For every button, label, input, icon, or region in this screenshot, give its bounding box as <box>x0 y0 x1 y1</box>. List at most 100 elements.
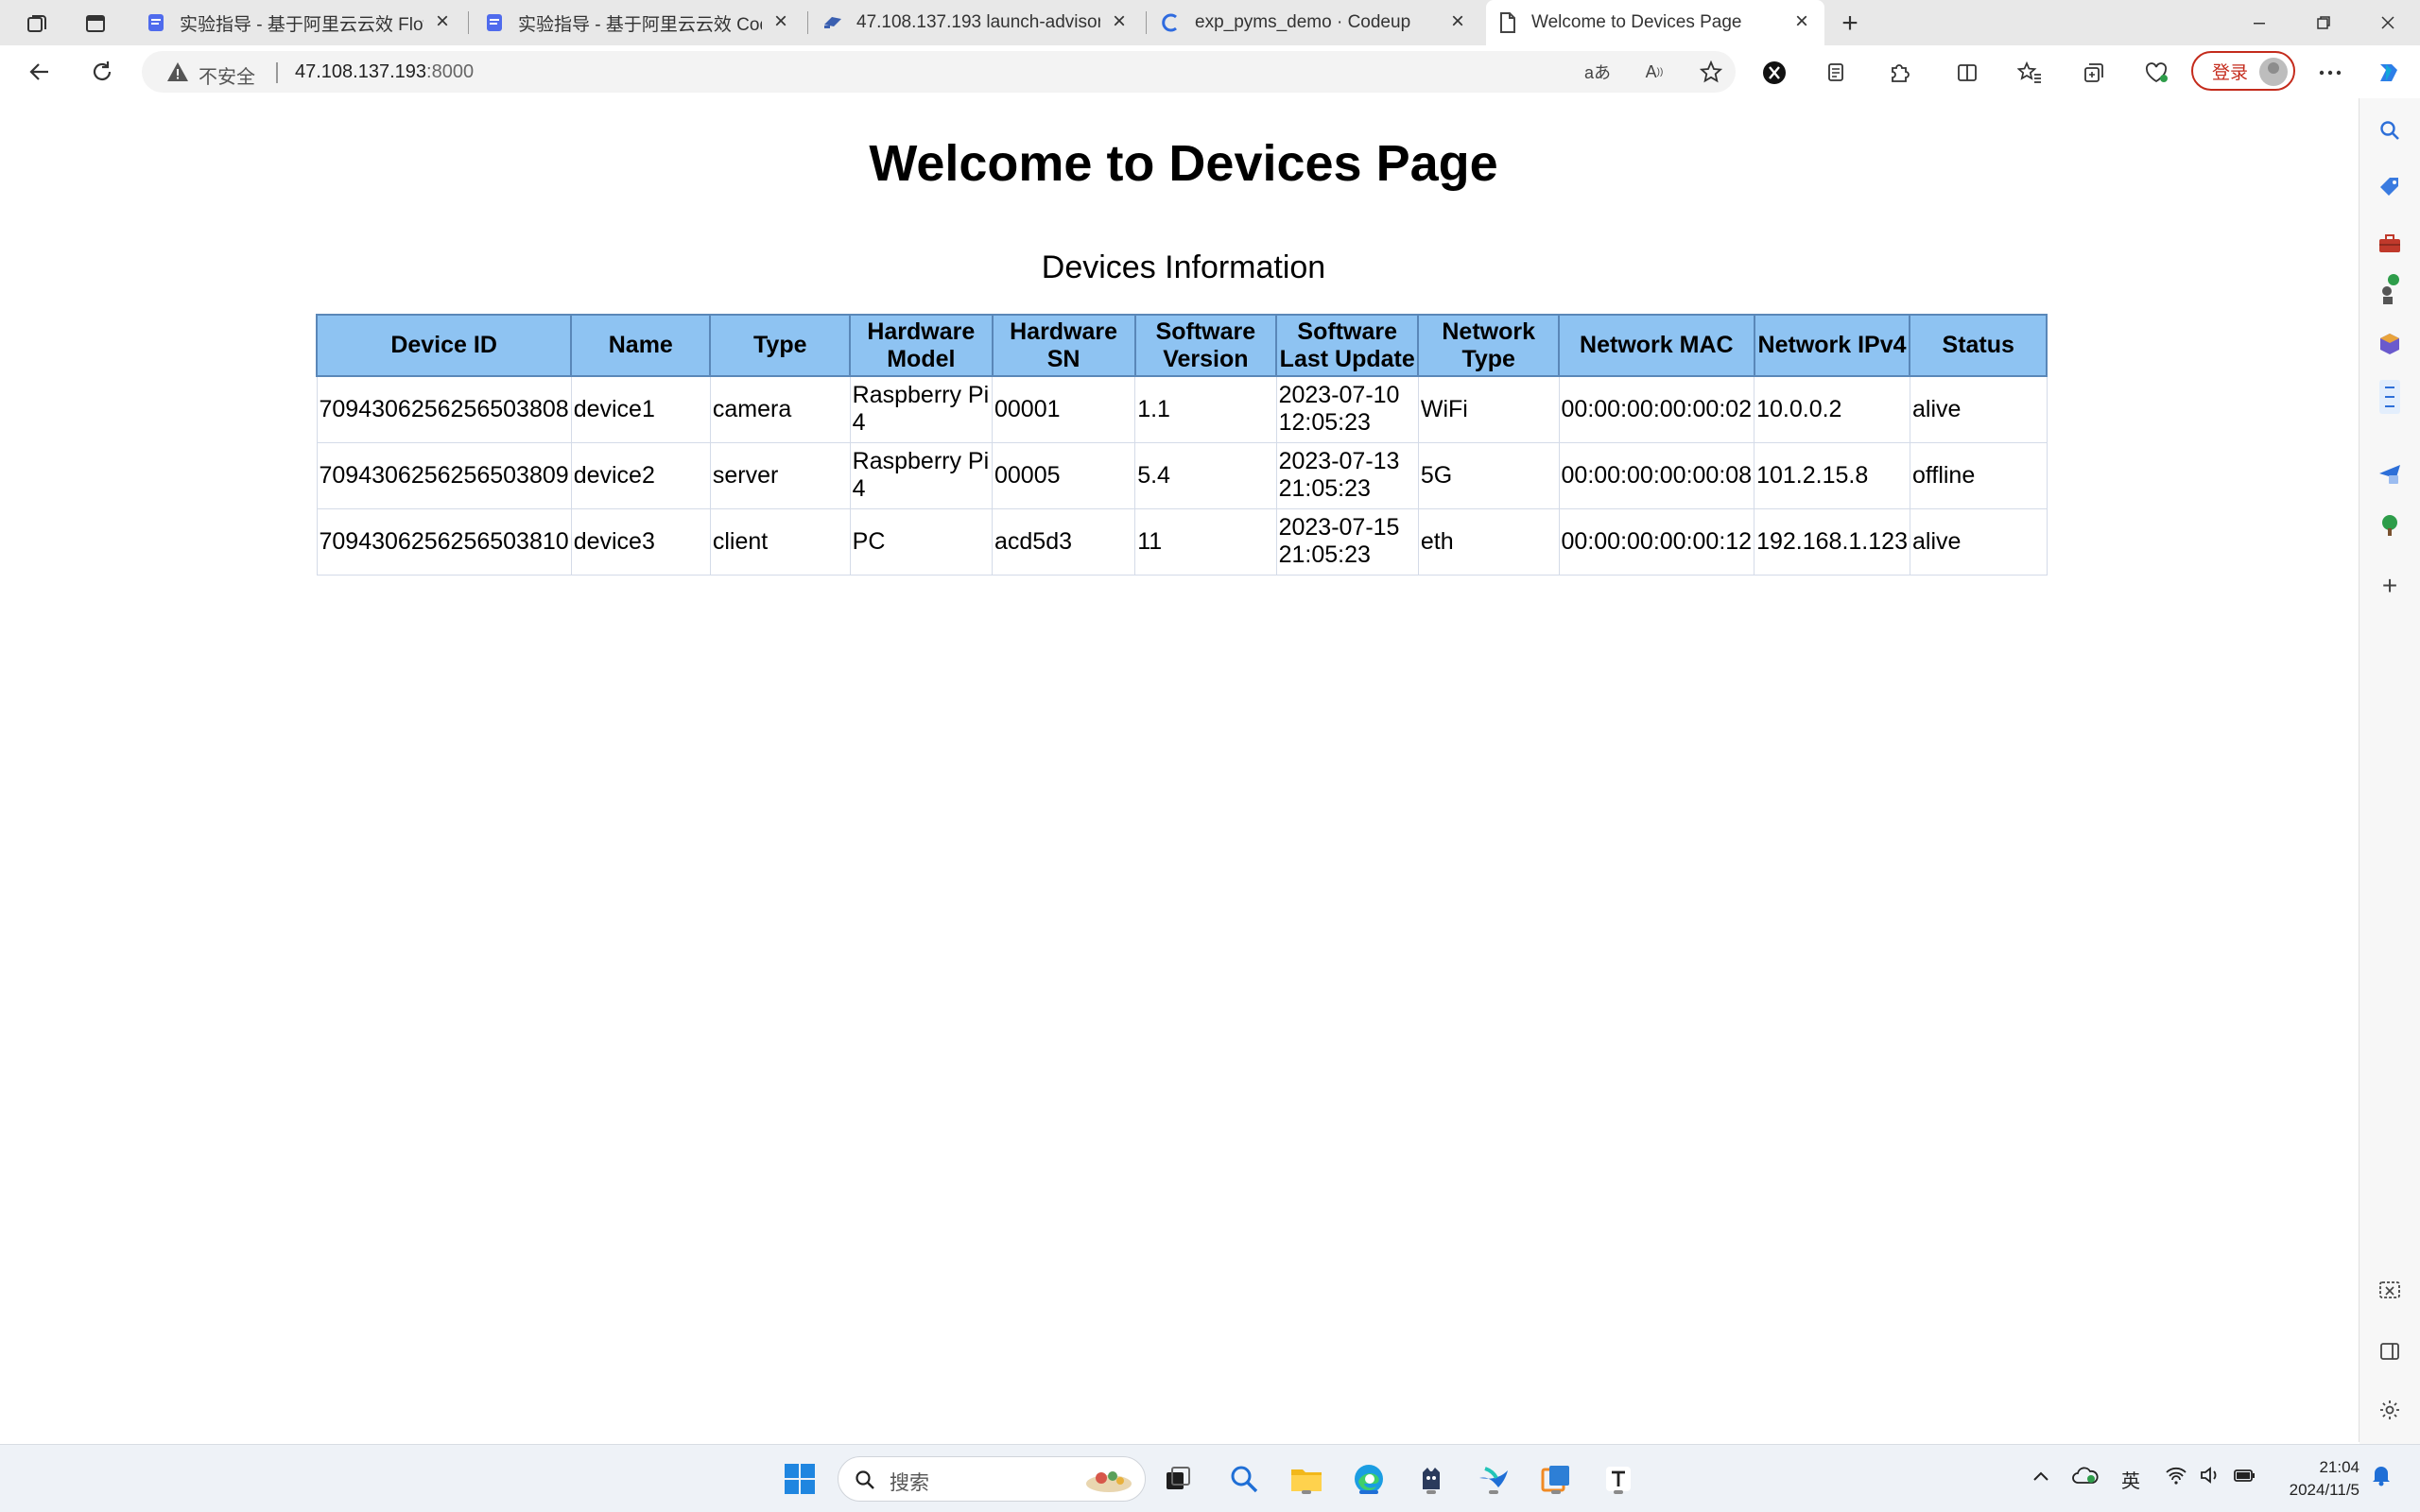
extensions-puzzle-icon[interactable] <box>1883 57 1915 89</box>
battery-icon[interactable] <box>2233 1466 2256 1490</box>
tab-code-guide[interactable]: 实验指导 - 基于阿里云云效 Code × <box>473 0 804 45</box>
task-view-icon[interactable] <box>1159 1460 1197 1498</box>
header-type: Type <box>709 314 852 377</box>
extension-x-icon[interactable] <box>1758 57 1790 89</box>
header-network-type: Network Type <box>1417 314 1561 377</box>
cell-software-version: 5.4 <box>1134 441 1277 509</box>
devices-table: Device ID Name Type Hardware Model Hardw… <box>315 314 2048 576</box>
volume-icon[interactable] <box>2199 1466 2221 1490</box>
tab-title: 实验指导 - 基于阿里云云效 Code <box>518 14 762 35</box>
copilot-icon[interactable] <box>2373 57 2405 89</box>
cell-network-ipv4: 101.2.15.8 <box>1754 441 1910 509</box>
split-screen-icon[interactable] <box>1951 57 1983 89</box>
workspaces-icon[interactable] <box>21 8 53 40</box>
network-speed-icon[interactable] <box>2375 380 2405 414</box>
terminal-app-icon[interactable] <box>1412 1460 1450 1498</box>
edge-browser-icon[interactable] <box>1350 1460 1388 1498</box>
minimize-button[interactable] <box>2227 0 2291 45</box>
tools-briefcase-icon[interactable] <box>2375 229 2405 259</box>
search-app-icon[interactable] <box>1225 1460 1263 1498</box>
header-hardware-sn: Hardware SN <box>991 314 1136 377</box>
vertical-tabs-icon[interactable] <box>79 8 112 40</box>
cell-network-ipv4: 192.168.1.123 <box>1754 507 1910 576</box>
warning-icon[interactable] <box>166 61 189 87</box>
address-separator <box>276 62 278 83</box>
search-icon[interactable] <box>2375 115 2405 146</box>
outlook-send-icon[interactable] <box>2375 459 2405 490</box>
wifi-icon[interactable] <box>2165 1466 2187 1490</box>
microsoft-365-icon[interactable] <box>2375 329 2405 359</box>
input-method-indicator[interactable]: 英 <box>2121 1466 2140 1493</box>
cell-status: alive <box>1909 507 2048 576</box>
tab-launch-advisor[interactable]: 47.108.137.193 launch-advisor-2( × <box>811 0 1142 45</box>
games-icon[interactable] <box>2375 274 2405 306</box>
show-hidden-icons-chevron-icon[interactable] <box>2032 1466 2049 1487</box>
cell-software-last-update: 2023-07-13 21:05:23 <box>1275 441 1419 509</box>
taskbar-search[interactable]: 搜索 <box>838 1456 1146 1502</box>
close-tab-icon[interactable]: × <box>769 10 792 34</box>
close-tab-icon[interactable]: × <box>1446 10 1469 34</box>
reload-button[interactable] <box>83 53 121 91</box>
start-windows-icon[interactable] <box>781 1460 819 1498</box>
new-tab-button[interactable]: + <box>1834 8 1866 40</box>
cell-software-last-update: 2023-07-15 21:05:23 <box>1275 507 1419 576</box>
more-options-icon[interactable] <box>2314 57 2346 89</box>
cell-name: device1 <box>570 375 711 443</box>
cell-hardware-model: PC <box>849 507 994 576</box>
cell-network-mac: 00:00:00:00:00:08 <box>1558 441 1755 509</box>
close-tab-icon[interactable]: × <box>1790 10 1813 34</box>
address-bar[interactable]: 不安全 47.108.137.193:8000 aあ A)) <box>142 51 1736 93</box>
search-highlight-icon <box>1082 1465 1135 1495</box>
add-sidebar-app-icon[interactable]: + <box>2375 571 2405 601</box>
feishu-app-icon[interactable] <box>1475 1460 1512 1498</box>
cell-type: camera <box>709 375 851 443</box>
url-port: :8000 <box>426 61 475 82</box>
window-app-icon[interactable] <box>1537 1460 1575 1498</box>
page-content: Welcome to Devices Page Devices Informat… <box>8 98 2360 1442</box>
system-clock[interactable]: 21:04 2024/11/5 <box>2256 1456 2360 1502</box>
favorite-star-icon[interactable] <box>1698 59 1724 85</box>
avatar <box>2259 58 2288 86</box>
onedrive-icon[interactable] <box>2072 1466 2099 1490</box>
table-row: 7094306256256503810 device3 client PC ac… <box>316 507 2048 576</box>
notification-bell-icon[interactable] <box>2371 1464 2392 1492</box>
collections-icon[interactable] <box>2078 57 2110 89</box>
tab-flow-guide[interactable]: 实验指导 - 基于阿里云云效 Flow × <box>134 0 465 45</box>
cell-hardware-model: Raspberry Pi 4 <box>849 441 994 509</box>
url-text[interactable]: 47.108.137.193:8000 <box>295 61 474 83</box>
close-tab-icon[interactable]: × <box>1108 10 1131 34</box>
close-window-button[interactable] <box>2356 0 2420 45</box>
insecure-label[interactable]: 不安全 <box>199 61 255 89</box>
login-button[interactable]: 登录 <box>2191 51 2295 91</box>
file-explorer-icon[interactable] <box>1288 1460 1325 1498</box>
tab-title: 47.108.137.193 launch-advisor-2( <box>856 12 1100 32</box>
tab-separator <box>807 11 808 34</box>
cell-type: server <box>709 441 851 509</box>
back-button[interactable] <box>21 53 59 91</box>
cell-network-type: eth <box>1417 507 1560 576</box>
screenshot-icon[interactable] <box>2375 1276 2405 1306</box>
reading-list-icon[interactable] <box>1821 57 1853 89</box>
edge-sidebar: + <box>2360 98 2420 1446</box>
settings-gear-icon[interactable] <box>2375 1395 2405 1425</box>
read-aloud-icon[interactable]: A)) <box>1641 59 1668 85</box>
codeup-icon <box>1161 12 1182 33</box>
restore-button[interactable] <box>2291 0 2356 45</box>
favorites-icon[interactable] <box>2014 57 2046 89</box>
translate-icon[interactable]: aあ <box>1584 59 1611 85</box>
shopping-tag-icon[interactable] <box>2375 172 2405 202</box>
cell-hardware-sn: 00005 <box>991 441 1136 509</box>
running-indicator <box>1489 1490 1498 1494</box>
browser-essentials-icon[interactable] <box>2140 57 2172 89</box>
close-tab-icon[interactable]: × <box>431 10 454 34</box>
tree-icon[interactable] <box>2375 510 2405 541</box>
typora-app-icon[interactable] <box>1599 1460 1637 1498</box>
tab-devices-page[interactable]: Welcome to Devices Page × <box>1486 0 1824 45</box>
table-row: 7094306256256503809 device2 server Raspb… <box>316 441 2048 509</box>
sidebar-layout-icon[interactable] <box>2375 1336 2405 1366</box>
tab-codeup[interactable]: exp_pyms_demo · Codeup × <box>1150 0 1480 45</box>
login-label: 登录 <box>2212 62 2249 83</box>
tab-title: Welcome to Devices Page <box>1531 12 1742 32</box>
cell-hardware-sn: acd5d3 <box>991 507 1136 576</box>
tab-separator <box>1146 11 1147 34</box>
